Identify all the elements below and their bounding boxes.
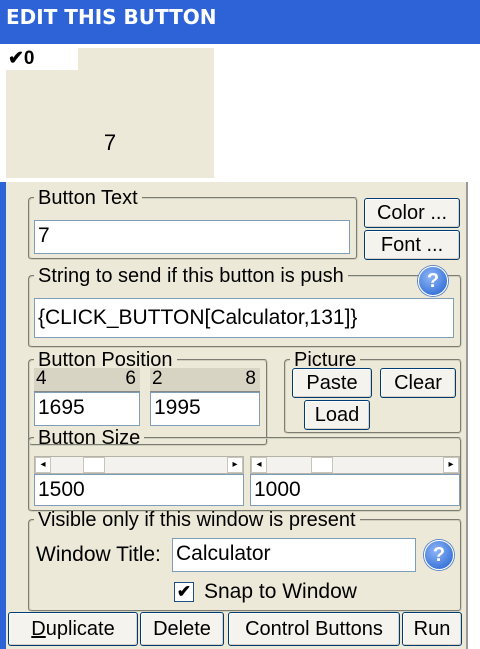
run-button[interactable]: Run — [402, 612, 462, 646]
duplicate-button[interactable]: Duplicate — [8, 612, 138, 646]
delete-button[interactable]: Delete — [140, 612, 224, 646]
width-input[interactable]: 1500 — [34, 474, 244, 506]
height-scroll-thumb[interactable] — [311, 457, 333, 473]
preview-check-value: 0 — [23, 48, 35, 69]
scroll-left-icon[interactable]: ◂ — [251, 457, 267, 473]
position-legend: Button Position — [38, 349, 173, 371]
color-button[interactable]: Color ... — [364, 198, 460, 228]
visibility-legend: Visible only if this window is present — [38, 509, 356, 531]
window-title: EDIT THIS BUTTON — [0, 0, 480, 44]
button-text-input[interactable]: 7 — [34, 220, 350, 254]
send-string-input[interactable]: {CLICK_BUTTON[Calculator,131]} — [34, 298, 454, 338]
picture-legend: Picture — [294, 349, 357, 371]
control-buttons-button[interactable]: Control Buttons — [228, 612, 400, 646]
y-position-input[interactable]: 1995 — [150, 392, 260, 426]
font-button[interactable]: Font ... — [364, 230, 460, 260]
load-button[interactable]: Load — [304, 400, 370, 430]
move-down-key[interactable]: 8 — [245, 368, 256, 390]
scroll-left-icon[interactable]: ◂ — [35, 457, 51, 473]
move-left-key[interactable]: 4 — [36, 368, 47, 390]
window-title-input[interactable]: Calculator — [172, 538, 416, 572]
panel-left-edge — [0, 182, 6, 649]
panel-right-edge — [466, 182, 468, 649]
send-string-legend: String to send if this button is push — [38, 265, 344, 287]
y-position-arrows[interactable]: 2 8 — [150, 368, 260, 392]
window-title-label: Window Title: — [36, 543, 161, 566]
help-icon[interactable]: ? — [424, 540, 454, 570]
paste-button[interactable]: Paste — [292, 368, 372, 398]
button-text-legend: Button Text — [38, 187, 138, 209]
duplicate-mnemonic: D — [31, 618, 46, 640]
x-position-input[interactable]: 1695 — [34, 392, 140, 426]
width-scroll-thumb[interactable] — [83, 457, 105, 473]
duplicate-label: uplicate — [45, 618, 115, 640]
snap-to-window-label: Snap to Window — [204, 580, 357, 603]
height-scrollbar[interactable]: ◂ ▸ — [250, 456, 460, 474]
scroll-right-icon[interactable]: ▸ — [443, 457, 459, 473]
move-right-key[interactable]: 6 — [125, 368, 136, 390]
height-input[interactable]: 1000 — [250, 474, 460, 506]
scroll-right-icon[interactable]: ▸ — [227, 457, 243, 473]
clear-button[interactable]: Clear — [380, 368, 456, 398]
size-legend: Button Size — [38, 427, 141, 449]
x-position-arrows[interactable]: 4 6 — [34, 368, 140, 392]
help-icon[interactable]: ? — [418, 266, 448, 296]
preview-button-label: 7 — [103, 130, 117, 155]
snap-to-window-checkbox[interactable]: ✔ — [174, 582, 194, 602]
move-up-key[interactable]: 2 — [152, 368, 163, 390]
width-scrollbar[interactable]: ◂ ▸ — [34, 456, 244, 474]
check-icon: ✔ — [8, 48, 24, 69]
preview-check-label: ✔0 — [6, 48, 78, 70]
